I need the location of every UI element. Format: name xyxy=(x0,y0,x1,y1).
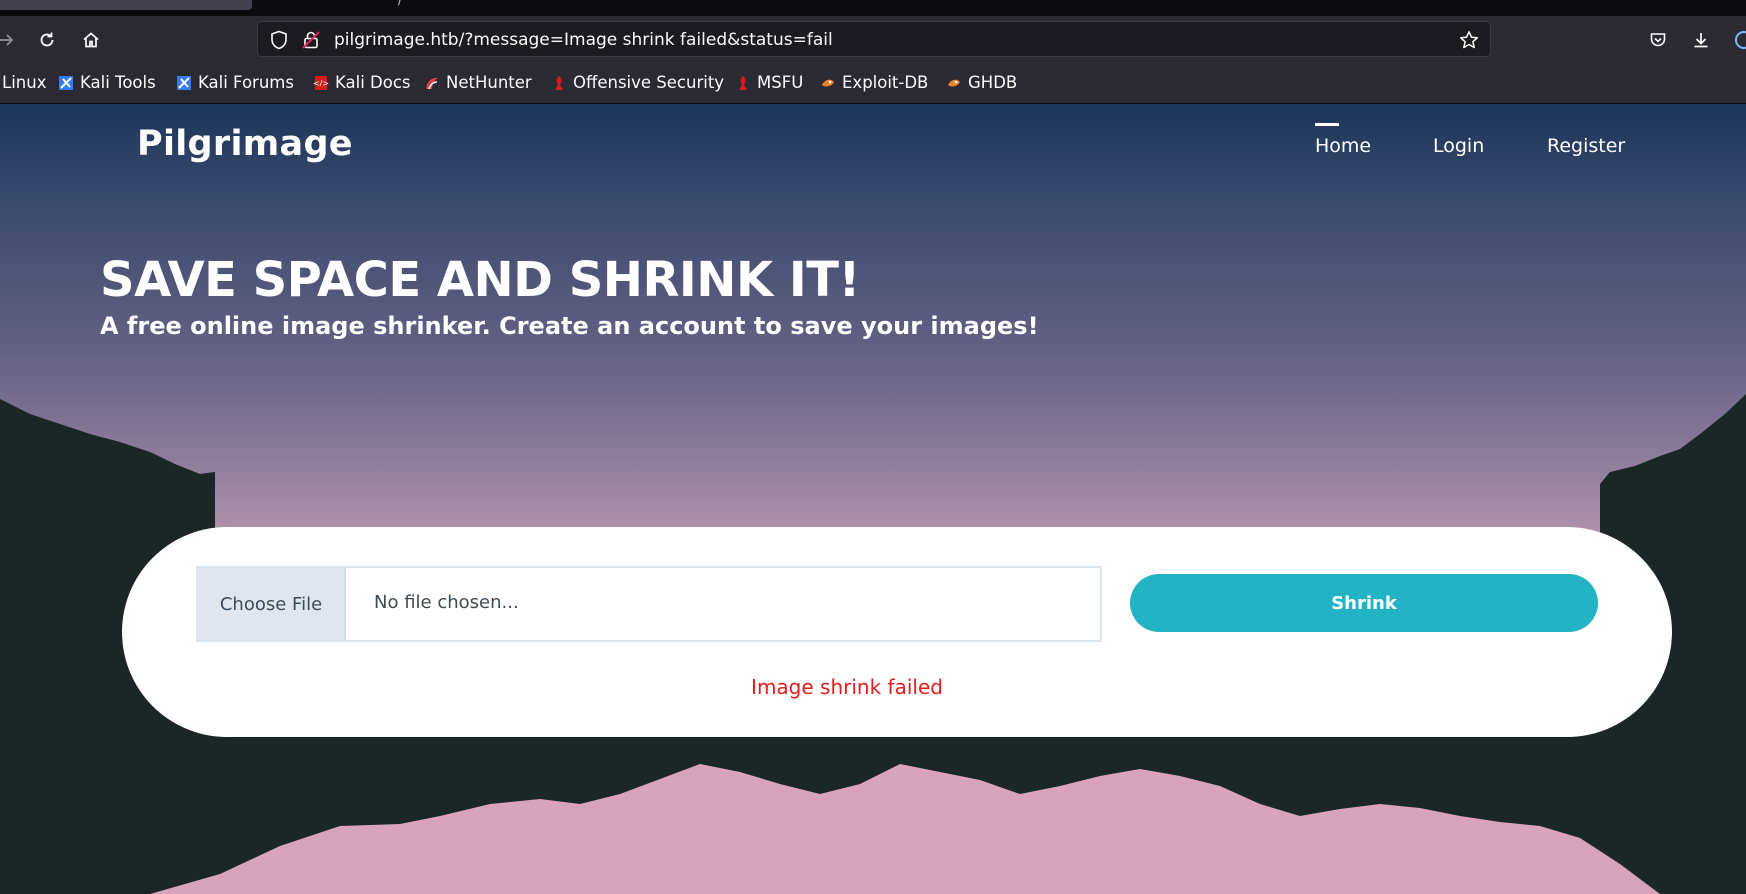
bookmark-nethunter[interactable]: NetHunter xyxy=(424,73,532,92)
bookmark-label: Offensive Security xyxy=(573,73,725,92)
browser-tab[interactable] xyxy=(254,0,504,10)
insecure-lock-icon[interactable] xyxy=(300,29,322,51)
mountain-background xyxy=(0,394,1746,894)
web-page: Pilgrimage Home Login Register SAVE SPAC… xyxy=(0,104,1746,894)
bookmark-msfu[interactable]: MSFU xyxy=(735,73,803,92)
bookmark-star-icon[interactable] xyxy=(1458,29,1480,51)
tab-label: / xyxy=(398,0,403,7)
svg-text:</>: </> xyxy=(313,79,329,88)
bookmark-ghdb[interactable]: GHDB xyxy=(946,73,1017,92)
file-input[interactable]: Choose File No file chosen... xyxy=(196,566,1102,642)
forward-arrow-icon xyxy=(0,34,14,46)
pocket-button[interactable] xyxy=(1642,24,1674,56)
bookmark-label: NetHunter xyxy=(446,73,532,92)
download-icon xyxy=(1694,33,1708,48)
bookmark-label: Kali Docs xyxy=(335,73,411,92)
nav-register[interactable]: Register xyxy=(1547,135,1625,157)
reload-icon xyxy=(40,32,54,47)
bookmark-kali-forums[interactable]: Kali Forums xyxy=(176,73,294,92)
active-tab[interactable] xyxy=(0,0,252,10)
pocket-icon xyxy=(1650,33,1666,47)
hero-title: SAVE SPACE AND SHRINK IT! xyxy=(100,252,860,308)
kali-forums-icon xyxy=(177,75,191,90)
choose-file-button[interactable]: Choose File xyxy=(198,568,346,640)
shrink-button[interactable]: Shrink xyxy=(1130,574,1598,632)
file-status-label: No file chosen... xyxy=(374,592,519,613)
bookmark-exploit-db[interactable]: Exploit-DB xyxy=(820,73,928,92)
tracking-shield-icon[interactable] xyxy=(268,29,290,51)
bookmark-label: Kali Tools xyxy=(80,73,156,92)
bookmarks-toolbar: Linux Kali Tools Kali Forums </> Kali Do… xyxy=(0,64,1746,104)
offsec-icon xyxy=(555,75,563,90)
upload-card: Choose File No file chosen... Shrink Ima… xyxy=(122,527,1672,737)
exploitdb-icon xyxy=(822,79,834,86)
kali-tools-icon xyxy=(59,75,73,90)
status-message-row: Image shrink failed xyxy=(122,675,1672,699)
bookmark-kali-docs[interactable]: </> Kali Docs xyxy=(313,73,411,92)
bookmark-kali-tools[interactable]: Kali Tools xyxy=(58,73,156,92)
address-bar[interactable]: pilgrimage.htb/?message=Image shrink fai… xyxy=(257,21,1491,57)
browser-toolbar: pilgrimage.htb/?message=Image shrink fai… xyxy=(0,16,1746,64)
site-logo[interactable]: Pilgrimage xyxy=(137,124,353,164)
tab-strip: / xyxy=(0,0,1746,16)
nav-home[interactable]: Home xyxy=(1315,135,1371,157)
bookmark-offensive-security[interactable]: Offensive Security xyxy=(551,73,724,92)
bookmark-label: GHDB xyxy=(968,73,1018,92)
forward-button[interactable] xyxy=(0,24,22,56)
url-text[interactable]: pilgrimage.htb/?message=Image shrink fai… xyxy=(334,30,833,50)
reload-button[interactable] xyxy=(31,24,63,56)
bookmark-label: Linux xyxy=(2,73,47,92)
msfu-icon xyxy=(739,75,747,90)
account-icon xyxy=(1735,31,1746,49)
kali-docs-icon: </> xyxy=(313,75,329,90)
ghdb-icon xyxy=(948,79,960,86)
nethunter-icon xyxy=(426,77,438,89)
account-button[interactable] xyxy=(1728,24,1746,56)
nav-active-indicator xyxy=(1315,123,1339,126)
bookmark-linux[interactable]: Linux xyxy=(2,73,46,92)
bookmark-label: Kali Forums xyxy=(198,73,294,92)
bookmark-label: Exploit-DB xyxy=(842,73,929,92)
error-message: Image shrink failed xyxy=(751,675,943,699)
bookmark-label: MSFU xyxy=(757,73,804,92)
hero-subtitle: A free online image shrinker. Create an … xyxy=(100,312,1039,340)
home-button[interactable] xyxy=(75,24,107,56)
home-icon xyxy=(83,32,99,48)
downloads-button[interactable] xyxy=(1685,24,1717,56)
nav-login[interactable]: Login xyxy=(1433,135,1484,157)
